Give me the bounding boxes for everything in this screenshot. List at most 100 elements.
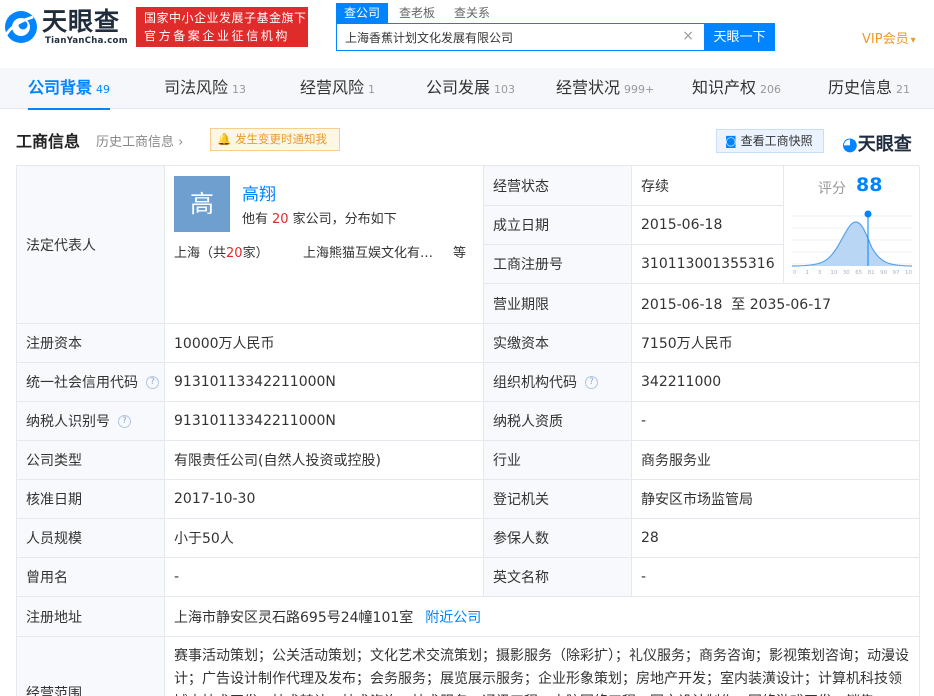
authority-value: 静安区市场监管局 [632,480,920,519]
authority-label: 登记机关 [484,480,632,519]
nearby-companies-link[interactable]: 附近公司 [425,607,481,627]
search-box: × [336,23,704,51]
reg-capital-value: 10000万人民币 [165,324,484,363]
tax-id-value: 91310113342211000N [165,402,484,441]
nav-operating-status[interactable]: 经营状况 999+ [556,68,654,109]
tab-search-company[interactable]: 查公司 [336,3,389,23]
legal-rep-name[interactable]: 高翔 [242,180,276,205]
credit-code-value: 91310113342211000N [165,363,484,402]
brand-text: 天眼查 [857,134,912,155]
help-icon[interactable]: ? [146,375,159,389]
score-axis-tick: 3 [818,270,822,276]
score-distribution-chart: 0 1 3 10 30 65 81 90 97 100 [792,210,912,276]
nav-count: 13 [232,83,247,96]
nav-history[interactable]: 历史信息 21 [828,68,910,109]
badge-line-1: 国家中小企业发展子基金旗下 [144,11,307,25]
score-axis-tick: 0 [793,270,797,276]
industry-value: 商务服务业 [632,441,920,480]
score-axis-tick: 65 [855,270,862,276]
reg-number-label: 工商注册号 [484,245,632,284]
logo-domain: TianYanCha.com [45,36,128,46]
legal-rep-label: 法定代表人 [17,166,165,324]
legal-rep-region[interactable]: 上海（共20家） [174,242,269,261]
address-cell: 上海市静安区灵石路695号24幢101室 附近公司 [165,597,920,637]
tax-qual-label: 纳税人资质 [484,402,632,441]
related-company-link[interactable]: 上海熊猫互娱文化有限公司 [303,242,443,261]
nav-intellectual-property[interactable]: 知识产权 206 [692,68,781,109]
logo-mark-icon [4,11,37,43]
score-axis-tick: 30 [843,270,850,276]
region-post: 家） [242,246,269,261]
business-term-label: 营业期限 [484,284,632,324]
nav-label: 司法风险 [164,78,229,97]
score-widget[interactable]: 评分 88 0 1 3 10 30 65 81 90 97 100 [784,166,920,284]
score-value: 88 [856,174,883,196]
distribution-area [792,222,912,266]
score-axis-tick: 100 [905,270,912,276]
vip-menu[interactable]: VIP会员 ▾ [862,28,916,47]
chevron-down-icon: ▾ [910,35,916,46]
industry-label: 行业 [484,441,632,480]
snapshot-label: 查看工商快照 [740,134,813,148]
founded-label: 成立日期 [484,206,632,245]
category-nav: 公司背景 49 司法风险 13 经营风险 1 公司发展 103 经营状况 999+ 知识产… [0,68,934,110]
nav-operating-risk[interactable]: 经营风险 1 [300,68,375,109]
notify-on-change-button[interactable]: 🔔 发生变更时通知我 [210,128,340,151]
status-label: 经营状态 [484,166,632,206]
approval-date-label: 核准日期 [17,480,165,519]
nav-label: 知识产权 [692,78,757,97]
nav-count: 49 [96,83,111,96]
notify-label: 发生变更时通知我 [234,132,327,146]
brand-logo: ◕天眼查 [842,130,912,156]
view-snapshot-button[interactable]: ◙ 查看工商快照 [716,129,824,153]
official-badge[interactable]: 国家中小企业发展子基金旗下 官方备案企业征信机构 [136,7,308,47]
company-type-label: 公司类型 [17,441,165,480]
score-label: 评分 [818,181,846,197]
score-marker-dot [864,210,872,218]
company-type-value: 有限责任公司(自然人投资或控股) [165,441,484,480]
badge-line-2: 官方备案企业征信机构 [144,29,291,43]
nav-judicial-risk[interactable]: 司法风险 13 [164,68,246,109]
score-axis-tick: 90 [880,270,887,276]
score-axis-tick: 1 [805,270,809,276]
nav-label: 公司发展 [426,78,491,97]
bell-icon: 🔔 [217,132,232,146]
english-name-label: 英文名称 [484,558,632,597]
region-count: 20 [226,246,243,261]
tax-qual-value: - [632,402,920,441]
english-name-value: - [632,558,920,597]
tianyancha-logo[interactable]: 天眼查 TianYanCha.com [0,6,132,50]
reg-number-value: 310113001355316 [632,245,784,284]
nav-company-development[interactable]: 公司发展 103 [426,68,515,109]
tab-search-relation[interactable]: 查关系 [446,3,498,23]
business-term-value: 2015-06-18 至 2035-06-17 [632,284,920,324]
nav-count: 21 [896,83,911,96]
nav-count: 206 [760,83,782,96]
tab-search-boss[interactable]: 查老板 [391,3,443,23]
avatar[interactable]: 高 [174,176,230,232]
score-axis-tick: 10 [830,270,837,276]
history-business-info-link[interactable]: 历史工商信息 › [96,131,183,150]
staff-value: 小于50人 [165,519,484,558]
paid-capital-value: 7150万人民币 [632,324,920,363]
insured-label: 参保人数 [484,519,632,558]
score-axis-tick: 97 [893,270,900,276]
address-value: 上海市静安区灵石路695号24幢101室 [174,609,414,626]
score-axis-tick: 81 [868,270,875,276]
former-name-value: - [165,558,484,597]
brand-mark-icon: ◕ [842,134,858,155]
tax-id-label-cell: 纳税人识别号? [17,402,165,441]
company-count: 20 [272,212,289,227]
clear-icon[interactable]: × [682,28,694,44]
section-title: 工商信息 [16,132,81,151]
search-input[interactable] [337,24,667,50]
credit-code-label: 统一社会信用代码 [26,375,138,391]
tax-id-label: 纳税人识别号 [26,414,110,430]
nav-company-background[interactable]: 公司背景 49 [28,68,111,110]
help-icon[interactable]: ? [585,375,598,389]
legal-rep-card: 高 高翔 他有20家公司，分布如下 上海（共20家） 上海熊猫互娱文化有限公司 … [165,166,484,324]
org-code-label-cell: 组织机构代码? [484,363,632,402]
former-name-label: 曾用名 [17,558,165,597]
help-icon[interactable]: ? [118,414,131,428]
search-button[interactable]: 天眼一下 [704,23,775,51]
